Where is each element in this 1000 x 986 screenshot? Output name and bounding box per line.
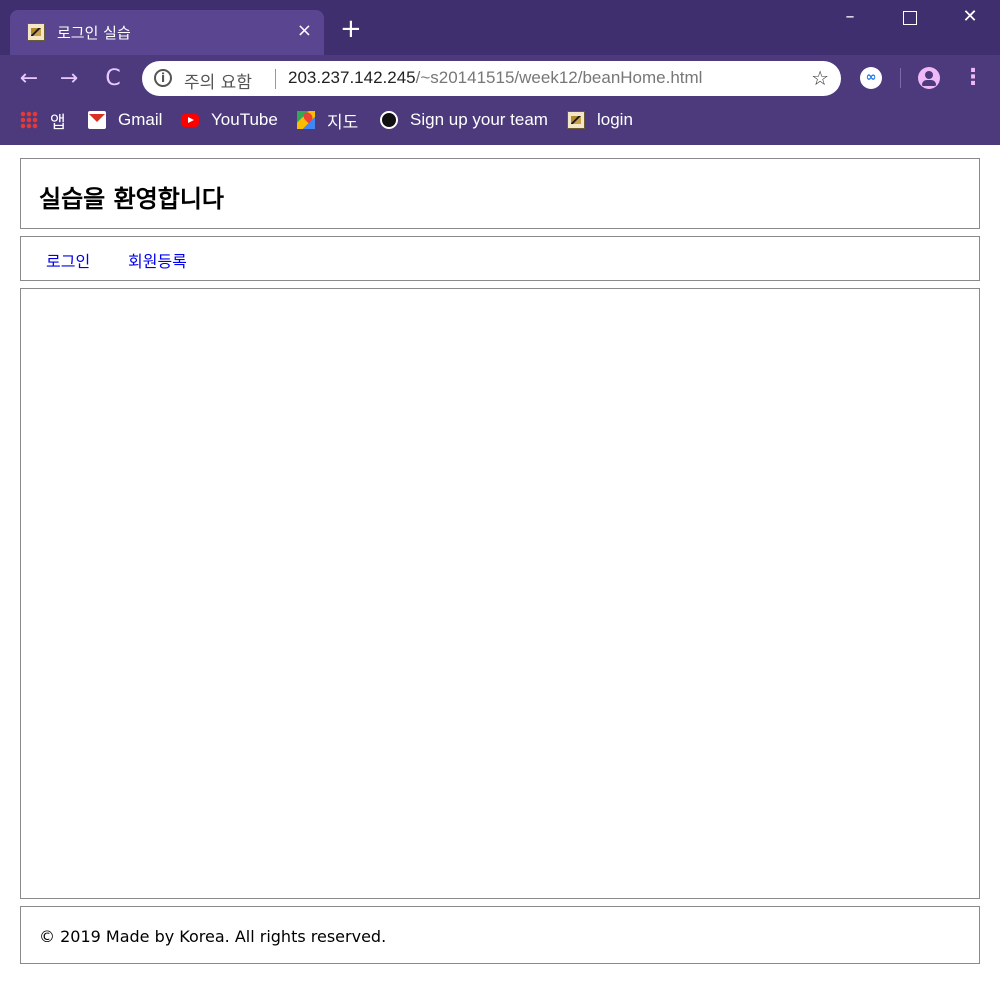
maximize-button[interactable] — [890, 6, 930, 32]
tab-close-icon[interactable]: × — [297, 20, 312, 41]
apps-icon — [20, 111, 38, 129]
close-window-button[interactable]: ✕ — [950, 6, 990, 32]
profile-avatar-icon[interactable] — [918, 67, 940, 89]
address-divider — [275, 69, 276, 89]
bookmark-label: 앱 — [50, 112, 66, 132]
youtube-icon — [181, 113, 199, 127]
url-path: /~s20141515/week12/beanHome.html — [415, 68, 703, 87]
back-button[interactable]: ← — [14, 64, 44, 94]
footer-copyright: © 2019 Made by Korea. All rights reserve… — [39, 927, 387, 946]
tab-title: 로그인 실습 — [57, 24, 131, 42]
toolbar-divider — [900, 68, 901, 88]
page-title: 실습을 환영합니다 — [39, 185, 224, 213]
forward-button[interactable]: → — [54, 64, 84, 94]
login-favicon-icon — [567, 111, 585, 129]
url-host: 203.237.142.245 — [288, 68, 416, 87]
extension-icon[interactable]: ∞ — [860, 67, 882, 89]
address-bar[interactable]: i 주의 요함 203.237.142.245/~s20141515/week1… — [142, 61, 841, 96]
bookmark-apps[interactable]: 앱 — [20, 108, 66, 132]
bookmark-label: 지도 — [327, 112, 359, 132]
bookmark-label: Gmail — [118, 110, 163, 129]
reload-button[interactable]: C — [98, 64, 128, 94]
bookmark-label: login — [597, 110, 633, 129]
page-footer: © 2019 Made by Korea. All rights reserve… — [20, 906, 980, 964]
minimize-button[interactable]: – — [830, 6, 870, 32]
bookmark-maps[interactable]: 지도 — [297, 108, 358, 132]
browser-chrome: 로그인 실습 × + – ✕ ← → C i 주의 요함 203.237.142… — [0, 0, 1000, 145]
url-text[interactable]: 203.237.142.245/~s20141515/week12/beanHo… — [288, 68, 702, 88]
page-header: 실습을 환영합니다 — [20, 158, 980, 229]
browser-menu-icon[interactable]: ⋮ — [962, 64, 984, 92]
info-icon[interactable]: i — [154, 69, 172, 87]
github-icon — [380, 111, 398, 129]
page-nav: 로그인 회원등록 — [20, 236, 980, 281]
gmail-icon — [88, 111, 106, 129]
bookmark-star-icon[interactable]: ☆ — [811, 66, 829, 90]
maximize-icon — [903, 11, 917, 25]
bookmark-login[interactable]: login — [567, 108, 633, 132]
bookmark-gmail[interactable]: Gmail — [88, 108, 162, 132]
main-content — [20, 288, 980, 899]
register-link[interactable]: 회원등록 — [128, 248, 187, 272]
bookmark-label: YouTube — [211, 110, 278, 129]
security-label[interactable]: 주의 요함 — [184, 68, 252, 93]
new-tab-button[interactable]: + — [340, 16, 362, 42]
browser-tab[interactable]: 로그인 실습 × — [10, 10, 324, 55]
bookmark-github[interactable]: Sign up your team — [380, 108, 548, 132]
bookmark-label: Sign up your team — [410, 110, 548, 129]
tab-favicon-icon — [27, 23, 45, 41]
maps-icon — [297, 111, 315, 129]
login-link[interactable]: 로그인 — [46, 248, 90, 272]
bookmark-youtube[interactable]: YouTube — [181, 108, 278, 132]
